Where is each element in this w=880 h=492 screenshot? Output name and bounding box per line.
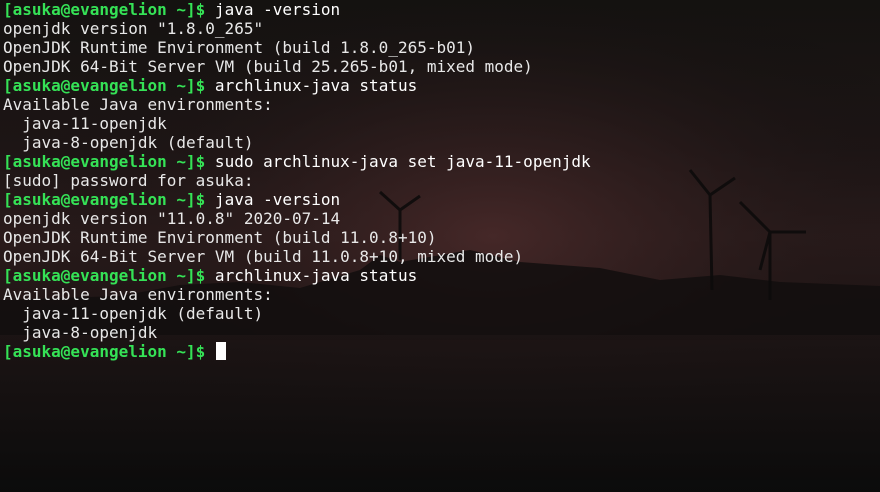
output-line: OpenJDK 64-Bit Server VM (build 11.0.8+1…: [3, 247, 880, 266]
output-line: java-11-openjdk (default): [3, 304, 880, 323]
command-text: sudo archlinux-java set java-11-openjdk: [205, 152, 591, 171]
output-text: Available Java environments:: [3, 95, 273, 114]
output-text: OpenJDK 64-Bit Server VM (build 25.265-b…: [3, 57, 533, 76]
shell-prompt: [asuka@evangelion ~]$: [3, 152, 206, 171]
output-line: Available Java environments:: [3, 95, 880, 114]
output-line: openjdk version "1.8.0_265": [3, 19, 880, 38]
terminal-output: [asuka@evangelion ~]$ java -version openj…: [3, 0, 880, 361]
prompt-line: [asuka@evangelion ~]$ sudo archlinux-jav…: [3, 152, 880, 171]
command-text: [205, 342, 215, 361]
output-text: java-8-openjdk (default): [3, 133, 254, 152]
output-text: openjdk version "1.8.0_265": [3, 19, 264, 38]
command-text: archlinux-java status: [205, 266, 418, 285]
shell-prompt: [asuka@evangelion ~]$: [3, 266, 206, 285]
output-line: openjdk version "11.0.8" 2020-07-14: [3, 209, 880, 228]
prompt-line: [asuka@evangelion ~]$ archlinux-java sta…: [3, 76, 880, 95]
text-cursor[interactable]: [215, 342, 226, 360]
output-text: OpenJDK 64-Bit Server VM (build 11.0.8+1…: [3, 247, 524, 266]
shell-prompt: [asuka@evangelion ~]$: [3, 0, 206, 19]
output-line: java-8-openjdk: [3, 323, 880, 342]
output-text: OpenJDK Runtime Environment (build 11.0.…: [3, 228, 437, 247]
output-line: Available Java environments:: [3, 285, 880, 304]
output-text: java-11-openjdk: [3, 114, 167, 133]
command-text: java -version: [205, 190, 341, 209]
output-line: java-8-openjdk (default): [3, 133, 880, 152]
output-text: OpenJDK Runtime Environment (build 1.8.0…: [3, 38, 476, 57]
prompt-line: [asuka@evangelion ~]$ java -version: [3, 0, 880, 19]
output-line: java-11-openjdk: [3, 114, 880, 133]
output-line: OpenJDK Runtime Environment (build 11.0.…: [3, 228, 880, 247]
output-text: Available Java environments:: [3, 285, 273, 304]
output-text: java-11-openjdk (default): [3, 304, 264, 323]
output-line: [sudo] password for asuka:: [3, 171, 880, 190]
shell-prompt: [asuka@evangelion ~]$: [3, 342, 206, 361]
output-line: OpenJDK Runtime Environment (build 1.8.0…: [3, 38, 880, 57]
output-text: java-8-openjdk: [3, 323, 158, 342]
command-text: java -version: [205, 0, 341, 19]
output-text: openjdk version "11.0.8" 2020-07-14: [3, 209, 341, 228]
shell-prompt: [asuka@evangelion ~]$: [3, 190, 206, 209]
prompt-line: [asuka@evangelion ~]$ archlinux-java sta…: [3, 266, 880, 285]
shell-prompt: [asuka@evangelion ~]$: [3, 76, 206, 95]
output-line: OpenJDK 64-Bit Server VM (build 25.265-b…: [3, 57, 880, 76]
output-text: [sudo] password for asuka:: [3, 171, 254, 190]
prompt-line: [asuka@evangelion ~]$ java -version: [3, 190, 880, 209]
command-text: archlinux-java status: [205, 76, 418, 95]
terminal-window[interactable]: [asuka@evangelion ~]$ java -version openj…: [0, 0, 880, 492]
prompt-line: [asuka@evangelion ~]$: [3, 342, 880, 361]
